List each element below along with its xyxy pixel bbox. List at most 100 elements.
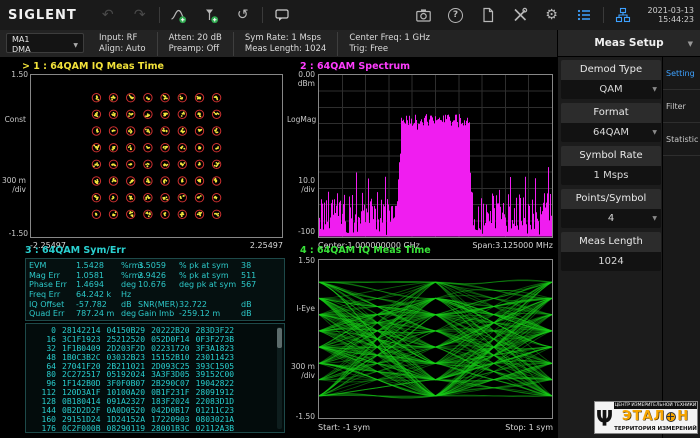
- hex-row: 1280B180414091A2327183F202422083D1D: [29, 397, 284, 406]
- p4-x-left: Start: -1 sym: [318, 423, 370, 432]
- metric-cell: [179, 290, 241, 300]
- metric-cell: %rms: [121, 271, 138, 281]
- menu-item-value-text: QAM: [599, 84, 622, 95]
- metric-cell: SNR(MER): [138, 300, 179, 310]
- menu-item-format[interactable]: Format64QAM▼: [561, 103, 661, 142]
- metric-cell: IQ Offset: [29, 300, 76, 310]
- metric-cell: 38: [241, 261, 282, 271]
- menu-item-label: Meas Length: [561, 232, 661, 252]
- redo-icon[interactable]: ↷: [131, 6, 149, 24]
- menu-item-value-text: 4: [608, 213, 614, 224]
- screenshot-icon[interactable]: [415, 6, 433, 24]
- metric-cell: Hz: [121, 290, 138, 300]
- p4-y-top: 1.50: [287, 256, 315, 265]
- hex-row: 481B0C3B2C03032B2315152B1023011423: [29, 353, 284, 362]
- menu-item-demod-type[interactable]: Demod TypeQAM▼: [561, 60, 661, 99]
- hex-group: 02112A3B: [196, 424, 235, 433]
- p2-y-label: LogMag: [287, 115, 315, 124]
- tab-statistic[interactable]: Statistic: [663, 123, 700, 156]
- chevron-down-icon: ▼: [652, 80, 657, 99]
- hex-offset: 160: [29, 415, 56, 424]
- hex-group: 19042822: [196, 379, 235, 388]
- menu-title: Meas Setup: [558, 30, 700, 56]
- hex-offset: 32: [29, 344, 56, 353]
- metric-cell: dB: [241, 300, 282, 310]
- eye-diagram-plot[interactable]: [318, 259, 553, 419]
- task-list-icon[interactable]: [575, 6, 593, 24]
- menu-item-label: Points/Symbol: [561, 189, 661, 209]
- menu-header[interactable]: Meas Setup ▼: [557, 30, 700, 57]
- scrollbar-thumb[interactable]: [277, 328, 282, 348]
- watermark-bottom-text: ТЕРРИТОРИЯ ИЗМЕРЕНИЙ: [614, 425, 697, 433]
- channel-selector[interactable]: MA1 DMA ▼: [6, 33, 84, 53]
- tab-setting[interactable]: Setting: [663, 57, 700, 90]
- hex-group: 29151D24: [62, 415, 101, 424]
- status-line: Atten: 20 dB: [169, 33, 222, 44]
- symbol-hex-table[interactable]: 02814221404150B2920222B20283D3F22163C1F1…: [25, 323, 285, 433]
- menu-item-symbol-rate[interactable]: Symbol Rate1 Msps: [561, 146, 661, 185]
- metric-row: EVM1.5428%rms3.5059% pk at sym38: [29, 261, 282, 271]
- watermark-main-right: Н: [677, 409, 689, 425]
- p2-y-bottom: -100: [287, 227, 315, 236]
- hex-group: 01211C23: [196, 406, 235, 415]
- metric-cell: 787.24 m: [76, 309, 121, 319]
- annotation-icon[interactable]: [273, 6, 291, 24]
- hex-group: 08290119: [107, 424, 146, 433]
- panel3-title: 3 : 64QAM Sym/Err: [25, 245, 126, 256]
- hex-group: 0C2F000B: [62, 424, 101, 433]
- hex-group: 03032B23: [107, 353, 146, 362]
- settings-gear-icon[interactable]: ⚙: [543, 6, 561, 24]
- p1-y-div-unit: /div: [0, 185, 26, 194]
- hex-offset: 128: [29, 397, 56, 406]
- siglent-logo: SIGLENT: [8, 8, 77, 23]
- tab-filter[interactable]: Filter: [663, 90, 700, 123]
- hex-group: 1D24152A: [107, 415, 146, 424]
- hex-group: 3F0F0B07: [107, 379, 146, 388]
- menu-item-meas-length[interactable]: Meas Length1024: [561, 232, 661, 271]
- status-group-0: Input: RFAlign: Auto: [88, 32, 157, 56]
- network-icon[interactable]: [614, 6, 632, 24]
- menu-item-label: Format: [561, 103, 661, 123]
- spectrum-plot[interactable]: [318, 74, 553, 238]
- status-group-1: Atten: 20 dBPreamp: Off: [157, 32, 233, 56]
- p4-y-bottom: -1.50: [287, 412, 315, 421]
- status-line: Center Freq: 1 GHz: [349, 33, 430, 44]
- auto-tune-icon[interactable]: [170, 6, 188, 24]
- constellation-plot[interactable]: [30, 74, 283, 238]
- metric-cell: % pk at sym: [179, 261, 241, 271]
- hex-group: 2B211021: [107, 362, 146, 371]
- date-label: 2021-03-13: [648, 6, 695, 15]
- hex-group: 2B290C07: [151, 379, 190, 388]
- chevron-down-icon: ▼: [688, 40, 693, 48]
- hex-group: 2D203F2D: [107, 344, 146, 353]
- help-icon[interactable]: ?: [447, 6, 465, 24]
- hex-group: 183F2024: [151, 397, 190, 406]
- status-group-3: Center Freq: 1 GHzTrig: Free: [337, 32, 441, 56]
- hex-group: 2D093C25: [151, 362, 190, 371]
- scrollbar[interactable]: [277, 327, 282, 429]
- metric-cell: deg: [121, 309, 138, 319]
- hex-group: 2C272517: [62, 370, 101, 379]
- hex-group: 1F1B0409: [62, 344, 101, 353]
- history-icon[interactable]: ↺: [234, 6, 252, 24]
- metric-cell: -57.782: [76, 300, 121, 310]
- file-icon[interactable]: [479, 6, 497, 24]
- menu-item-value: 1024: [561, 252, 661, 271]
- metric-cell: % pk at sym: [179, 271, 241, 281]
- hex-group: 22083D1D: [196, 397, 235, 406]
- panel2-title: 2 : 64QAM Spectrum: [300, 61, 410, 72]
- meas-setup-menu: Demod TypeQAM▼Format64QAM▼Symbol Rate1 M…: [557, 57, 700, 438]
- status-bar: MA1 DMA ▼ Input: RFAlign: AutoAtten: 20 …: [0, 30, 557, 57]
- metric-cell: [241, 290, 282, 300]
- hex-group: 3C1F1923: [62, 335, 101, 344]
- add-marker-icon[interactable]: [202, 6, 220, 24]
- hex-group: 0A0D0520: [107, 406, 146, 415]
- toolbar-separator: [159, 7, 160, 23]
- menu-item-points-symbol[interactable]: Points/Symbol4▼: [561, 189, 661, 228]
- undo-icon[interactable]: ↶: [99, 6, 117, 24]
- p1-y-top: 1.50: [0, 70, 28, 79]
- hex-row: 1440B2D2D2F0A0D0520042D0B1701211C23: [29, 406, 284, 415]
- status-line: Trig: Free: [349, 44, 430, 55]
- tools-icon[interactable]: [511, 6, 529, 24]
- metric-cell: 32.722: [179, 300, 241, 310]
